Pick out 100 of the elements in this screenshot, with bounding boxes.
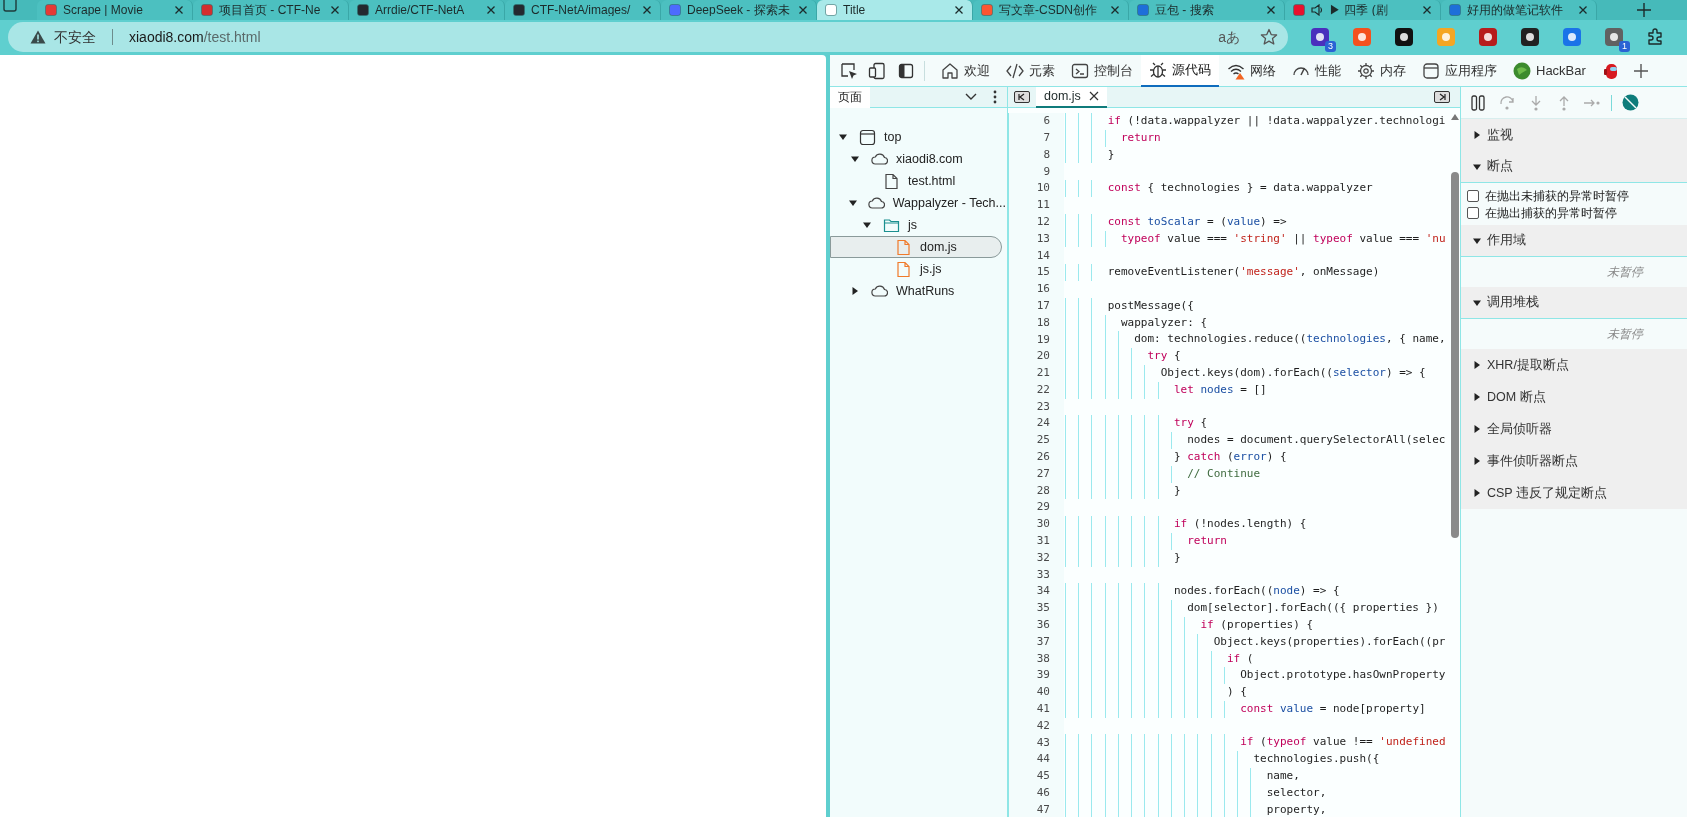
- section-header[interactable]: DOM 断点: [1461, 381, 1687, 413]
- browser-tab[interactable]: CTF-NetA/images/: [505, 0, 661, 20]
- tree-item[interactable]: xiaodi8.com: [830, 148, 1007, 170]
- browser-tab[interactable]: DeepSeek - 探索未: [661, 0, 817, 20]
- collapsed-arrow-icon[interactable]: [1473, 131, 1481, 139]
- close-icon[interactable]: [486, 5, 496, 15]
- devtools-tab[interactable]: 欢迎: [933, 54, 998, 87]
- code-line: if (: [1225, 650, 1254, 667]
- close-icon[interactable]: [1088, 91, 1099, 101]
- section-header[interactable]: CSP 违反了规定断点: [1461, 477, 1687, 509]
- expanded-arrow-icon[interactable]: [1473, 236, 1481, 245]
- collapsed-arrow-icon[interactable]: [1473, 393, 1481, 401]
- tab-actions-icon[interactable]: [2, 0, 18, 14]
- browser-tab[interactable]: 好用的做笔记软件: [1441, 0, 1597, 20]
- checkbox[interactable]: [1467, 189, 1479, 202]
- browser-tab[interactable]: 豆包 - 搜索: [1129, 0, 1285, 20]
- code-line: nodes = document.querySelectorAll(selec: [1186, 432, 1446, 449]
- browser-tab[interactable]: Arrdie/CTF-NetA: [349, 0, 505, 20]
- extension-icon[interactable]: [1520, 27, 1540, 47]
- section-header[interactable]: 调用堆栈: [1461, 287, 1687, 319]
- close-icon[interactable]: [330, 5, 340, 15]
- section-header[interactable]: 作用域: [1461, 225, 1687, 257]
- checkbox-label[interactable]: 在抛出捕获的异常时暂停: [1485, 203, 1617, 222]
- devtools-tab[interactable]: 性能: [1284, 54, 1349, 87]
- add-tab-icon[interactable]: [1633, 63, 1648, 78]
- tree-item[interactable]: js.js: [830, 258, 1007, 280]
- line-number: 43: [1008, 734, 1064, 752]
- read-aloud-button[interactable]: aあ: [1218, 26, 1240, 48]
- section-header[interactable]: 断点: [1461, 151, 1687, 183]
- collapsed-arrow-icon[interactable]: [1473, 489, 1481, 497]
- section-header[interactable]: 监视: [1461, 119, 1687, 151]
- puzzle-icon[interactable]: [1646, 28, 1664, 46]
- line-number: 45: [1008, 768, 1064, 785]
- devtools-tab[interactable]: 源代码: [1141, 54, 1219, 87]
- close-icon[interactable]: [1422, 5, 1432, 15]
- new-tab-icon[interactable]: [1637, 3, 1651, 17]
- devtools-tab[interactable]: 网络: [1219, 54, 1284, 87]
- collapsed-arrow-icon[interactable]: [1473, 425, 1481, 433]
- devtools-tab[interactable]: 控制台: [1063, 54, 1141, 87]
- devtools-tab[interactable]: 内存: [1349, 54, 1414, 87]
- tree-item[interactable]: test.html: [830, 170, 1007, 192]
- checkbox-label[interactable]: 在抛出未捕获的异常时暂停: [1485, 186, 1629, 205]
- deactivate-breakpoints-icon[interactable]: [1622, 94, 1639, 111]
- close-icon[interactable]: [1266, 5, 1276, 15]
- line-number: 40: [1008, 684, 1064, 701]
- close-icon[interactable]: [642, 5, 652, 15]
- collapsed-arrow-icon[interactable]: [1473, 457, 1481, 465]
- tree-item[interactable]: Wappalyzer - Tech...: [830, 192, 1007, 214]
- sidebar-toggle-icon[interactable]: [1434, 91, 1450, 103]
- navigator-tab[interactable]: 页面: [830, 86, 870, 108]
- scrollbar-thumb[interactable]: [1451, 172, 1459, 538]
- section-header[interactable]: 全局侦听器: [1461, 413, 1687, 445]
- extension-icon[interactable]: [1310, 27, 1330, 47]
- expanded-arrow-icon[interactable]: [839, 133, 847, 141]
- browser-tab[interactable]: Title: [817, 0, 973, 20]
- file-tab[interactable]: dom.js: [1036, 86, 1107, 108]
- close-icon[interactable]: [954, 5, 964, 15]
- close-icon[interactable]: [1578, 5, 1588, 15]
- collapsed-arrow-icon[interactable]: [851, 287, 859, 295]
- pause-icon[interactable]: [1471, 94, 1485, 111]
- device-icon[interactable]: [868, 61, 886, 80]
- chip-icon: [1357, 61, 1375, 80]
- expanded-arrow-icon[interactable]: [849, 199, 858, 207]
- expanded-arrow-icon[interactable]: [863, 221, 871, 229]
- close-icon[interactable]: [798, 5, 808, 15]
- more-icon[interactable]: [993, 90, 997, 104]
- browser-tab[interactable]: 项目首页 - CTF-Ne: [193, 0, 349, 20]
- collapsed-arrow-icon[interactable]: [1473, 361, 1481, 369]
- tree-item[interactable]: top: [830, 126, 1007, 148]
- browser-tab[interactable]: ▶ 四季 (剧: [1285, 0, 1441, 20]
- devtools-tab[interactable]: 元素: [998, 54, 1063, 87]
- devtools-tab[interactable]: HackBar: [1505, 54, 1594, 87]
- dock-side-icon[interactable]: [898, 62, 914, 79]
- star-icon[interactable]: [1260, 28, 1278, 46]
- tree-item[interactable]: WhatRuns: [830, 280, 1007, 302]
- section-header[interactable]: XHR/提取断点: [1461, 349, 1687, 381]
- address-bar[interactable]: 不安全 xiaodi8.com/test.html aあ: [8, 22, 1288, 52]
- tree-item[interactable]: dom.js: [830, 236, 1002, 258]
- code-line: removeEventListener('message', onMessage): [1106, 264, 1380, 281]
- inspect-icon[interactable]: [840, 61, 858, 80]
- close-icon[interactable]: [1110, 5, 1120, 15]
- checkbox[interactable]: [1467, 206, 1479, 219]
- expanded-arrow-icon[interactable]: [1473, 162, 1481, 171]
- scroll-up-arrow-icon[interactable]: [1451, 114, 1459, 120]
- tree-item[interactable]: js: [830, 214, 1007, 236]
- section-header[interactable]: 事件侦听器断点: [1461, 445, 1687, 477]
- url-text[interactable]: xiaodi8.com/test.html: [129, 26, 1211, 48]
- security-label[interactable]: 不安全: [54, 26, 96, 48]
- code-line: wappalyzer: {: [1119, 314, 1208, 331]
- devtools-tab[interactable]: 应用程序: [1414, 54, 1505, 87]
- speaker-icon[interactable]: [1311, 4, 1323, 16]
- chevron-down-icon[interactable]: [965, 93, 977, 101]
- browser-tab[interactable]: 写文章-CSDN创作: [973, 0, 1129, 20]
- extension-icon[interactable]: [1394, 27, 1414, 47]
- close-icon[interactable]: [174, 5, 184, 15]
- expanded-arrow-icon[interactable]: [1473, 298, 1481, 307]
- expanded-arrow-icon[interactable]: [851, 155, 859, 163]
- sidebar-toggle-icon[interactable]: [1014, 91, 1030, 103]
- browser-tab[interactable]: Scrape | Movie: [37, 0, 193, 20]
- code-line: Object.keys(properties).forEach((pr: [1212, 633, 1446, 650]
